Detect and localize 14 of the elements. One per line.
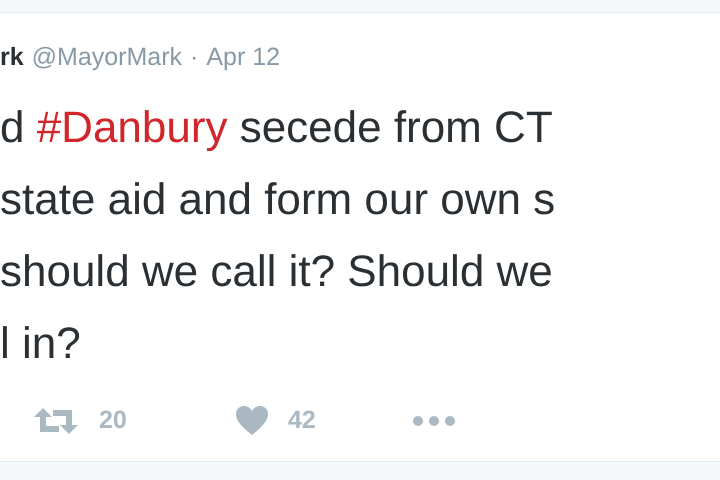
author-handle: @MayorMark — [32, 45, 182, 70]
action-count: 42 — [288, 405, 316, 436]
hashtag-link[interactable]: #Danbury — [36, 103, 228, 152]
more-icon — [412, 414, 456, 427]
heart-icon — [236, 406, 268, 436]
author-name: rk — [0, 45, 24, 70]
retweet-button[interactable] — [33, 406, 79, 436]
tweet-date: Apr 12 — [206, 45, 280, 70]
action-count: 20 — [99, 405, 127, 436]
separator-dot: · — [190, 45, 198, 70]
retweet-icon — [33, 406, 79, 436]
like-button[interactable] — [236, 406, 268, 436]
tweet-text: d #Danbury secede from CT state aid and form our own s should we call it? Should we l in? — [0, 102, 556, 370]
more-button[interactable] — [412, 414, 456, 427]
